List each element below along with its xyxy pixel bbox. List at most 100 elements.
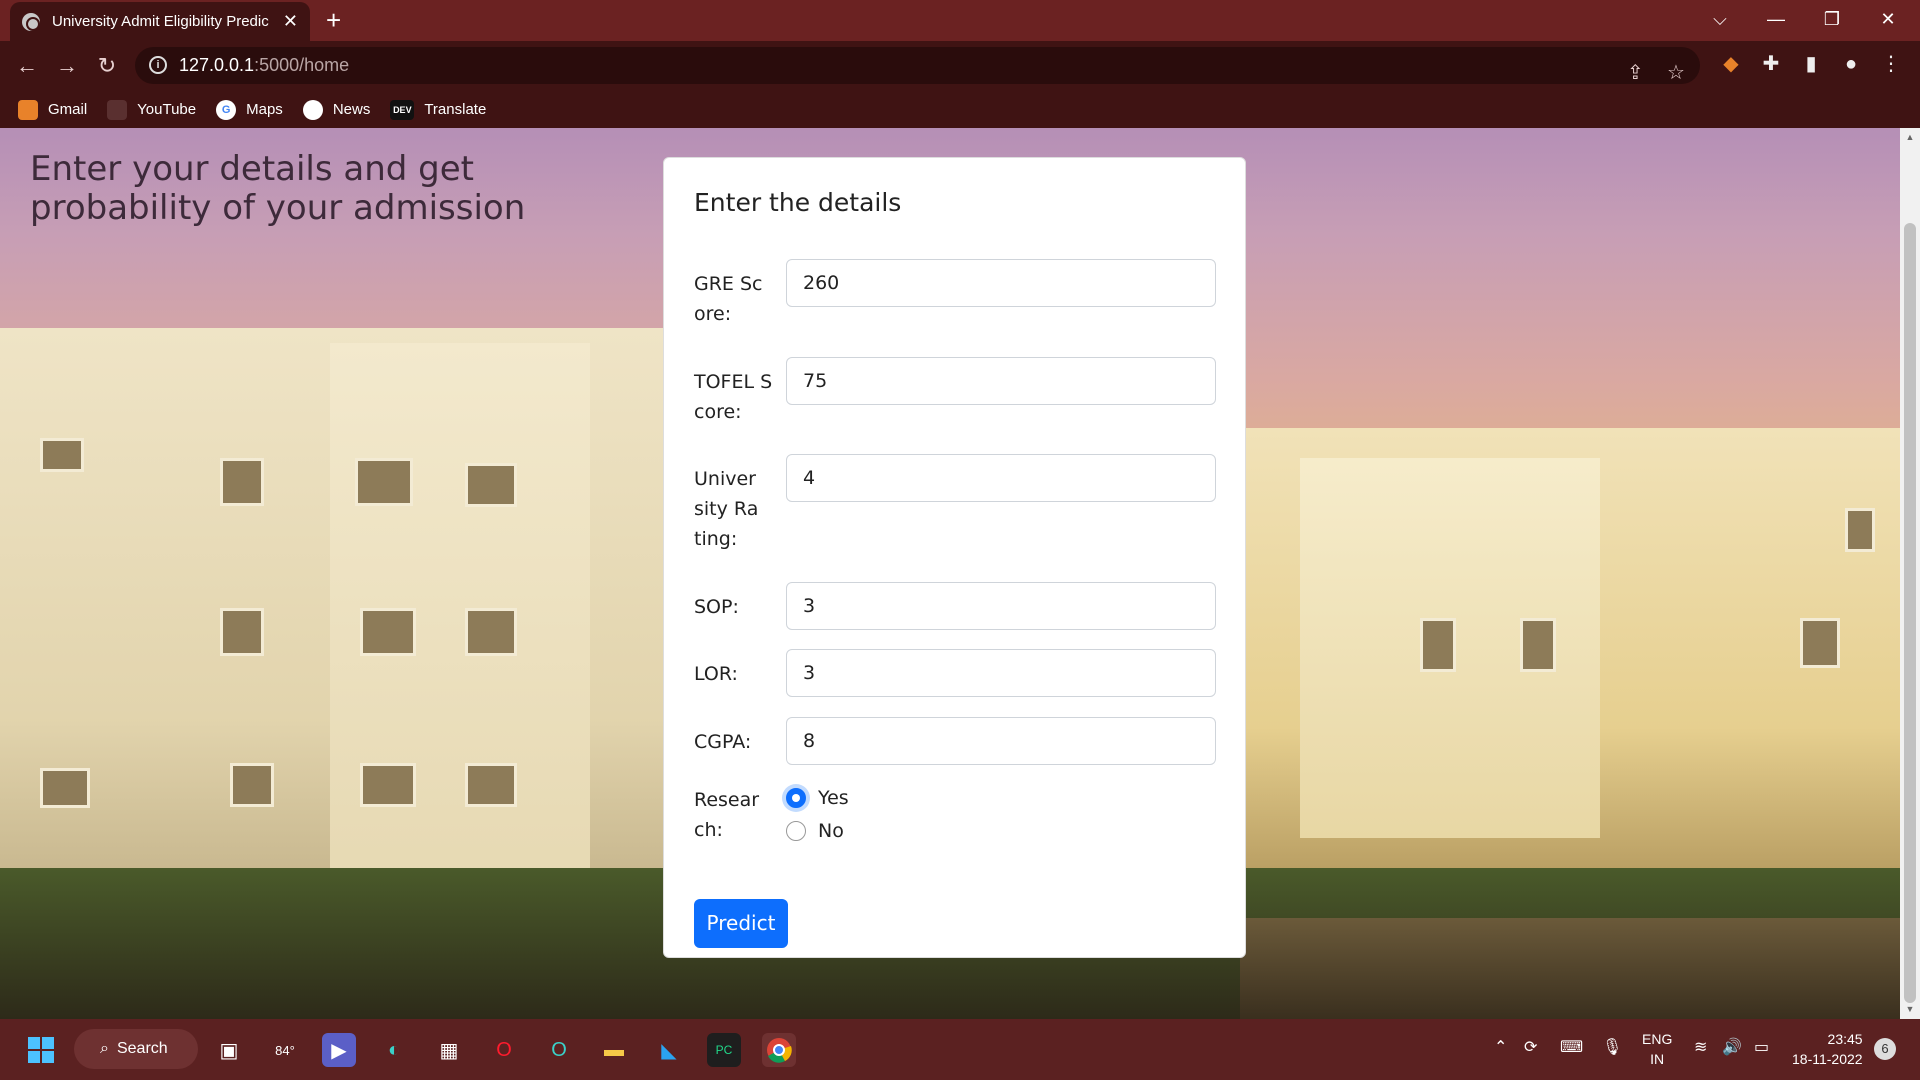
github-icon <box>302 99 323 120</box>
microsoft-store-icon[interactable]: ▦ <box>432 1033 466 1067</box>
tab-search-chevron-icon[interactable]: ⌵ <box>1692 0 1748 41</box>
taskbar-search-label: Search <box>116 1040 168 1057</box>
research-no-radio[interactable] <box>786 821 806 841</box>
gre-score-label: GRE Score: <box>694 273 763 325</box>
volume-icon[interactable]: 🔊 <box>1722 1037 1742 1057</box>
tofel-score-input[interactable]: 75 <box>786 357 1216 405</box>
cgpa-input[interactable]: 8 <box>786 717 1216 765</box>
kebab-menu-icon[interactable]: ⋮ <box>1877 50 1905 78</box>
browser-tab-active[interactable]: University Admit Eligibility Predic ✕ <box>10 2 310 41</box>
profile-avatar-icon[interactable]: ● <box>1837 50 1865 78</box>
windows-start-icon[interactable] <box>24 1033 58 1067</box>
weather-temp: 84° <box>275 1042 295 1058</box>
windows-taskbar: ⌕ Search ▣ 84° ▶ ◐ ▦ O O ▬ ◣ PC ⌃ ⟳ ⌨ 🎙 … <box>0 1019 1920 1080</box>
minimize-icon[interactable]: — <box>1748 0 1804 41</box>
background-window <box>40 438 84 472</box>
edge-browser-icon[interactable]: ◐ <box>377 1033 411 1067</box>
dev-icon: DEV <box>390 99 415 120</box>
bookmark-star-icon[interactable]: ☆ <box>1667 55 1685 92</box>
scroll-up-arrow-icon[interactable]: ▲ <box>1904 132 1916 142</box>
extensions-puzzle-icon[interactable]: ✚ <box>1757 50 1785 78</box>
hero-heading: Enter your details and get probability o… <box>30 149 526 228</box>
bookmark-label: YouTube <box>137 101 197 118</box>
sop-input[interactable]: 3 <box>786 582 1216 630</box>
side-panel-icon[interactable]: ▮ <box>1797 50 1825 78</box>
pycharm-icon[interactable]: PC <box>707 1033 741 1067</box>
new-tab-icon[interactable]: + <box>326 6 341 34</box>
cgpa-label: CGPA: <box>694 731 752 753</box>
bookmark-maps[interactable]: G Maps <box>216 99 283 120</box>
clock-time: 23:45 <box>1827 1031 1863 1047</box>
background-window <box>465 608 517 656</box>
wifi-icon[interactable]: ≋ <box>1694 1037 1707 1057</box>
research-label: Research: <box>694 789 760 841</box>
url-host: 127.0.0.1 <box>179 55 255 75</box>
research-no-option[interactable]: No <box>786 820 844 842</box>
university-rating-label: University Rating: <box>694 468 759 550</box>
tab-close-icon[interactable]: ✕ <box>283 11 298 32</box>
language-indicator[interactable]: ENG IN <box>1642 1029 1672 1069</box>
lor-input[interactable]: 3 <box>786 649 1216 697</box>
bookmark-label: Translate <box>424 101 487 118</box>
background-window <box>40 768 90 808</box>
sop-label: SOP: <box>694 596 739 618</box>
opera-icon[interactable]: O <box>487 1033 521 1067</box>
gre-score-input[interactable]: 260 <box>786 259 1216 307</box>
battery-icon[interactable]: ▭ <box>1754 1037 1769 1057</box>
university-rating-input[interactable]: 4 <box>786 454 1216 502</box>
search-icon: ⌕ <box>100 1040 109 1057</box>
tab-strip: University Admit Eligibility Predic ✕ + … <box>0 0 1920 41</box>
research-row: Research: Yes No <box>694 775 1217 855</box>
keyboard-icon[interactable]: ⌨ <box>1560 1037 1583 1057</box>
background-window <box>1520 618 1556 672</box>
weather-widget-icon[interactable]: 84° <box>268 1033 302 1067</box>
research-yes-option[interactable]: Yes <box>786 787 849 809</box>
taskbar-search[interactable]: ⌕ Search <box>74 1029 198 1069</box>
reload-icon[interactable]: ↻ <box>92 51 122 81</box>
details-form-card: Enter the details GRE Score: 260 TOFEL S… <box>663 157 1246 958</box>
bookmark-news[interactable]: News <box>302 99 370 120</box>
background-window <box>1420 618 1456 672</box>
globe-favicon-icon <box>22 12 40 31</box>
sync-icon[interactable]: ⟳ <box>1524 1037 1537 1057</box>
task-view-icon[interactable]: ▣ <box>212 1033 246 1067</box>
research-yes-radio[interactable] <box>786 788 806 808</box>
chrome-icon[interactable] <box>762 1033 796 1067</box>
background-window <box>465 763 517 807</box>
background-window <box>360 608 416 656</box>
vscode-icon[interactable]: ◣ <box>652 1033 686 1067</box>
teams-chat-icon[interactable]: ▶ <box>322 1033 356 1067</box>
url-path: :5000/home <box>254 55 350 75</box>
bookmark-gmail[interactable]: Gmail <box>18 99 87 120</box>
page-scrollbar[interactable]: ▲ ▼ <box>1900 128 1920 1019</box>
file-explorer-icon[interactable]: ▬ <box>597 1033 631 1067</box>
microphone-icon[interactable]: 🎙 <box>1602 1037 1622 1057</box>
bookmark-label: Maps <box>246 101 283 118</box>
site-info-icon[interactable]: i <box>149 56 167 74</box>
bookmark-translate[interactable]: DEV Translate <box>390 99 487 120</box>
back-arrow-icon[interactable]: ← <box>12 51 42 81</box>
browser-toolbar: ← → ↻ i 127.0.0.1:5000/home ⇪ ☆ <box>0 41 1920 91</box>
scroll-down-arrow-icon[interactable]: ▼ <box>1904 1004 1916 1014</box>
clock-date: 18-11-2022 <box>1792 1051 1863 1067</box>
background-window <box>355 458 413 506</box>
page-viewport: Enter your details and get probability o… <box>0 128 1900 1019</box>
background-window <box>230 763 274 807</box>
background-window <box>465 463 517 507</box>
bookmarks-bar: Gmail YouTube G Maps News DEV Translate <box>0 91 1920 128</box>
tray-overflow-chevron-icon[interactable]: ⌃ <box>1494 1037 1507 1057</box>
system-clock[interactable]: 23:45 18-11-2022 <box>1792 1029 1863 1069</box>
notification-badge[interactable]: 6 <box>1874 1038 1896 1060</box>
restore-icon[interactable]: ❐ <box>1804 0 1860 41</box>
forward-arrow-icon[interactable]: → <box>52 51 82 81</box>
address-bar[interactable]: i 127.0.0.1:5000/home ⇪ ☆ <box>135 47 1700 84</box>
scrollbar-thumb[interactable] <box>1904 223 1916 1003</box>
window-close-icon[interactable]: ✕ <box>1860 0 1916 41</box>
tofel-score-label: TOFEL Score: <box>694 371 773 423</box>
form-title: Enter the details <box>694 188 902 217</box>
bookmark-youtube[interactable]: YouTube <box>107 99 197 120</box>
opera-gx-icon[interactable]: O <box>542 1033 576 1067</box>
share-icon[interactable]: ⇪ <box>1627 55 1644 92</box>
metamask-extension-icon[interactable]: ◆ <box>1717 50 1745 78</box>
predict-button[interactable]: Predict <box>694 899 788 948</box>
